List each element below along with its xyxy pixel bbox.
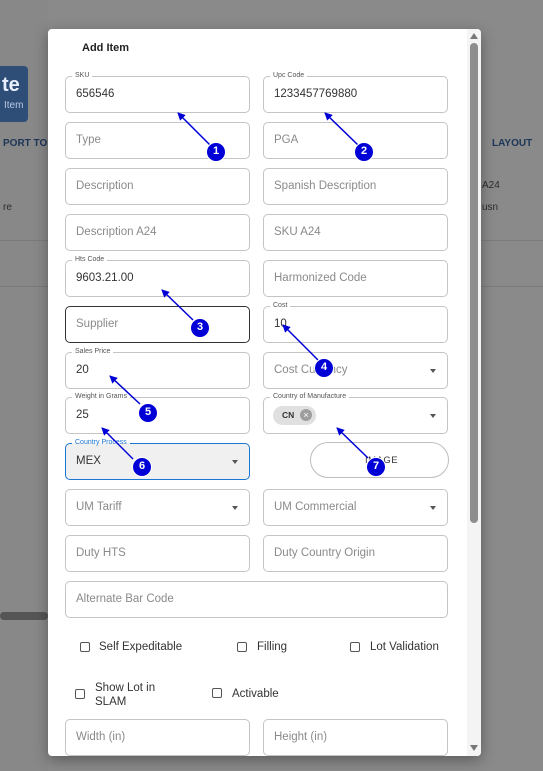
annotation-badge: 5 (138, 403, 158, 423)
annotation-arrow (161, 289, 194, 321)
annotation-badge: 4 (314, 358, 334, 378)
annotation-badge: 7 (366, 457, 386, 477)
annotation-badge: 3 (190, 318, 210, 338)
annotation-arrow (109, 375, 141, 405)
annotation-arrow (282, 324, 319, 361)
annotation-badge: 1 (206, 142, 226, 162)
annotation-arrow (101, 427, 134, 460)
annotation-arrow (177, 112, 211, 146)
annotation-layer (101, 112, 369, 460)
annotation-arrow (336, 427, 369, 459)
annotation-arrow (324, 112, 359, 146)
annotation-badge: 2 (354, 142, 374, 162)
annotation-badge: 6 (132, 457, 152, 477)
